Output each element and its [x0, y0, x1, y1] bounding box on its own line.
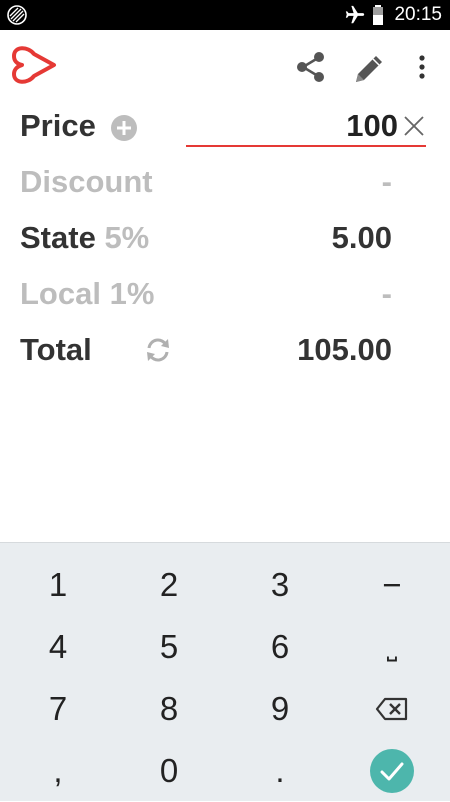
- key-8[interactable]: 8: [113, 678, 225, 740]
- key-9[interactable]: 9: [224, 678, 336, 740]
- key-2[interactable]: 2: [113, 554, 225, 616]
- share-icon[interactable]: [294, 50, 328, 84]
- key-comma[interactable]: ,: [2, 740, 114, 802]
- key-3[interactable]: 3: [224, 554, 336, 616]
- discount-row[interactable]: Discount -: [0, 154, 450, 210]
- total-label: Total: [20, 332, 92, 367]
- discount-label: Discount: [20, 164, 153, 199]
- state-tax-row[interactable]: State 5% 5.00: [0, 210, 450, 266]
- total-row: Total 105.00: [0, 322, 450, 378]
- state-tax-label-group: State 5%: [20, 210, 149, 266]
- data-sync-icon: [7, 5, 27, 25]
- action-bar: [0, 30, 450, 102]
- key-backspace[interactable]: [336, 678, 448, 740]
- status-icons: 20:15: [344, 0, 442, 30]
- key-space[interactable]: ⎵: [336, 616, 448, 678]
- state-tax-value: 5.00: [331, 220, 392, 255]
- status-time: 20:15: [394, 4, 442, 25]
- discount-value: -: [381, 164, 392, 199]
- battery-icon: [373, 5, 384, 25]
- status-bar: 20:15: [0, 0, 450, 30]
- app-logo-icon[interactable]: [10, 44, 60, 86]
- key-5[interactable]: 5: [113, 616, 225, 678]
- clear-icon[interactable]: [402, 114, 426, 138]
- key-1[interactable]: 1: [2, 554, 114, 616]
- state-tax-rate: 5%: [104, 220, 150, 255]
- local-tax-value: -: [381, 276, 392, 311]
- key-0[interactable]: 0: [113, 740, 225, 802]
- local-tax-rate: 1%: [109, 276, 155, 311]
- key-7[interactable]: 7: [2, 678, 114, 740]
- total-value: 105.00: [297, 332, 392, 367]
- add-plus-icon[interactable]: [110, 114, 138, 142]
- backspace-icon: [375, 697, 408, 721]
- checkmark-icon: [370, 749, 414, 793]
- price-label: Price: [20, 108, 96, 143]
- local-tax-label-group: Local 1%: [20, 266, 154, 322]
- key-6[interactable]: 6: [224, 616, 336, 678]
- edit-icon[interactable]: [350, 50, 388, 88]
- state-tax-label: State: [20, 220, 96, 255]
- key-minus[interactable]: −: [336, 554, 448, 616]
- airplane-icon: [346, 5, 365, 24]
- local-tax-label: Local: [20, 276, 101, 311]
- overflow-menu-icon[interactable]: [412, 52, 432, 82]
- numeric-keypad: 1 2 3 − 4 5 6 ⎵ 7 8 9 , 0 .: [0, 542, 450, 801]
- key-decimal[interactable]: .: [224, 740, 336, 802]
- key-confirm[interactable]: [336, 740, 448, 802]
- price-input-underline: [186, 145, 426, 147]
- refresh-icon[interactable]: [142, 334, 174, 366]
- key-4[interactable]: 4: [2, 616, 114, 678]
- local-tax-row[interactable]: Local 1% -: [0, 266, 450, 322]
